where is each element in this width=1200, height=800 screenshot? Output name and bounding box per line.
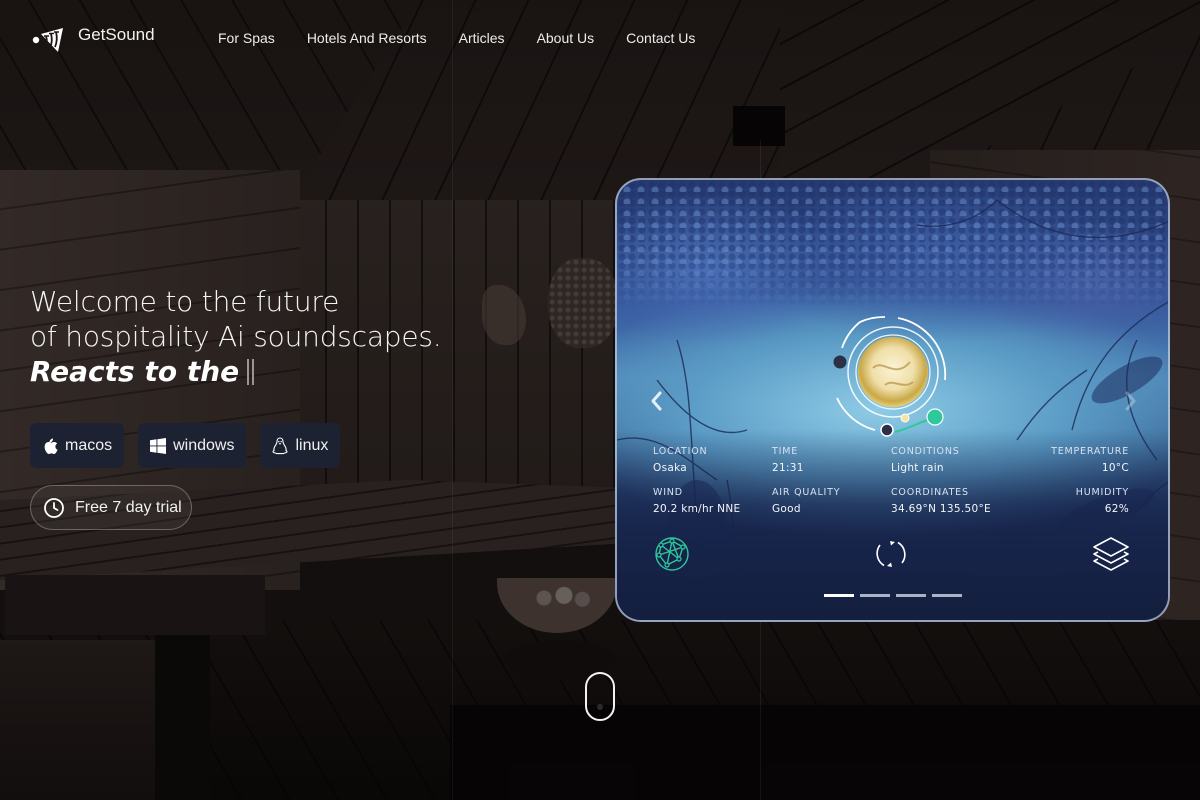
stat-coordinates: COORDINATES 34.69°N 135.50°E [891, 487, 991, 515]
stat-air-quality: AIR QUALITY Good [772, 487, 840, 515]
nav-hotels-and-resorts[interactable]: Hotels And Resorts [307, 30, 427, 46]
brand-logo-link[interactable]: GetSound [32, 24, 155, 54]
download-windows-button[interactable]: windows [138, 423, 247, 468]
download-macos-button[interactable]: macos [30, 423, 125, 468]
stat-label: COORDINATES [891, 487, 969, 498]
pager-indicator-3[interactable] [896, 594, 926, 597]
stat-label: TIME [772, 446, 799, 457]
stat-value: Good [772, 503, 801, 515]
stat-value: 10°C [1101, 462, 1129, 474]
nav-about-us[interactable]: About Us [537, 30, 595, 46]
previous-arrow-icon[interactable] [649, 390, 665, 412]
soundscape-weather-card: LOCATION Osaka TIME 21:31 CONDITIONS Lig… [615, 178, 1170, 622]
weather-orb-visualization [833, 316, 947, 437]
card-action-icons [617, 535, 1168, 575]
getsound-logo-icon [32, 28, 63, 52]
text-cursor [247, 358, 250, 385]
linux-penguin-icon [272, 436, 289, 454]
free-trial-button[interactable]: Free 7 day trial [30, 485, 192, 530]
scroll-down-indicator[interactable] [585, 672, 615, 721]
next-arrow-icon[interactable] [1122, 390, 1138, 412]
stat-value: 21:31 [772, 462, 804, 474]
stat-wind: WIND 20.2 km/hr NNE [653, 487, 740, 515]
stat-label: CONDITIONS [891, 446, 960, 457]
stat-label: TEMPERATURE [1051, 446, 1129, 457]
carousel-pager [824, 594, 962, 597]
download-windows-label: windows [173, 436, 235, 454]
hero-line-1: Welcome to the future [30, 285, 340, 318]
network-globe-icon[interactable] [653, 535, 691, 573]
stat-temperature: TEMPERATURE 10°C [1051, 446, 1129, 474]
windows-icon [150, 437, 167, 454]
stat-label: WIND [653, 487, 683, 498]
download-linux-label: linux [295, 436, 329, 454]
stat-value: 62% [1104, 503, 1129, 515]
site-header: GetSound For Spas Hotels And Resorts Art… [0, 0, 1200, 80]
pager-indicator-2[interactable] [860, 594, 890, 597]
download-linux-button[interactable]: linux [260, 423, 341, 468]
download-macos-label: macos [65, 436, 113, 454]
pager-indicator-1[interactable] [824, 594, 854, 597]
brand-name: GetSound [78, 25, 155, 44]
stat-value: Light rain [891, 462, 944, 474]
hero-heading: Welcome to the future of hospitality Ai … [30, 284, 442, 389]
main-nav: For Spas Hotels And Resorts Articles Abo… [218, 30, 727, 46]
stat-location: LOCATION Osaka [653, 446, 707, 474]
refresh-icon[interactable] [874, 537, 908, 571]
scroll-wheel-dot [597, 704, 603, 710]
stat-label: AIR QUALITY [772, 487, 841, 498]
hero-typed-line: Reacts to the [30, 354, 442, 389]
stat-value: 34.69°N 135.50°E [891, 503, 991, 515]
pager-indicator-4[interactable] [932, 594, 962, 597]
layers-icon[interactable] [1092, 535, 1130, 573]
clock-icon [44, 497, 64, 518]
stat-value: Osaka [653, 462, 687, 474]
stat-humidity: HUMIDITY 62% [1076, 487, 1129, 515]
hero-line-2: of hospitality Ai soundscapes. [30, 320, 442, 353]
nav-articles[interactable]: Articles [459, 30, 505, 46]
nav-for-spas[interactable]: For Spas [218, 30, 275, 46]
hero-typed-text: Reacts to the [30, 355, 240, 388]
stat-time: TIME 21:31 [772, 446, 804, 474]
stat-label: LOCATION [653, 446, 708, 457]
download-buttons: macos windows linux [30, 423, 341, 468]
stat-label: HUMIDITY [1075, 487, 1129, 498]
stat-value: 20.2 km/hr NNE [653, 503, 741, 515]
free-trial-label: Free 7 day trial [75, 498, 182, 516]
apple-icon [44, 438, 58, 454]
nav-contact-us[interactable]: Contact Us [626, 30, 695, 46]
stat-conditions: CONDITIONS Light rain [891, 446, 960, 474]
